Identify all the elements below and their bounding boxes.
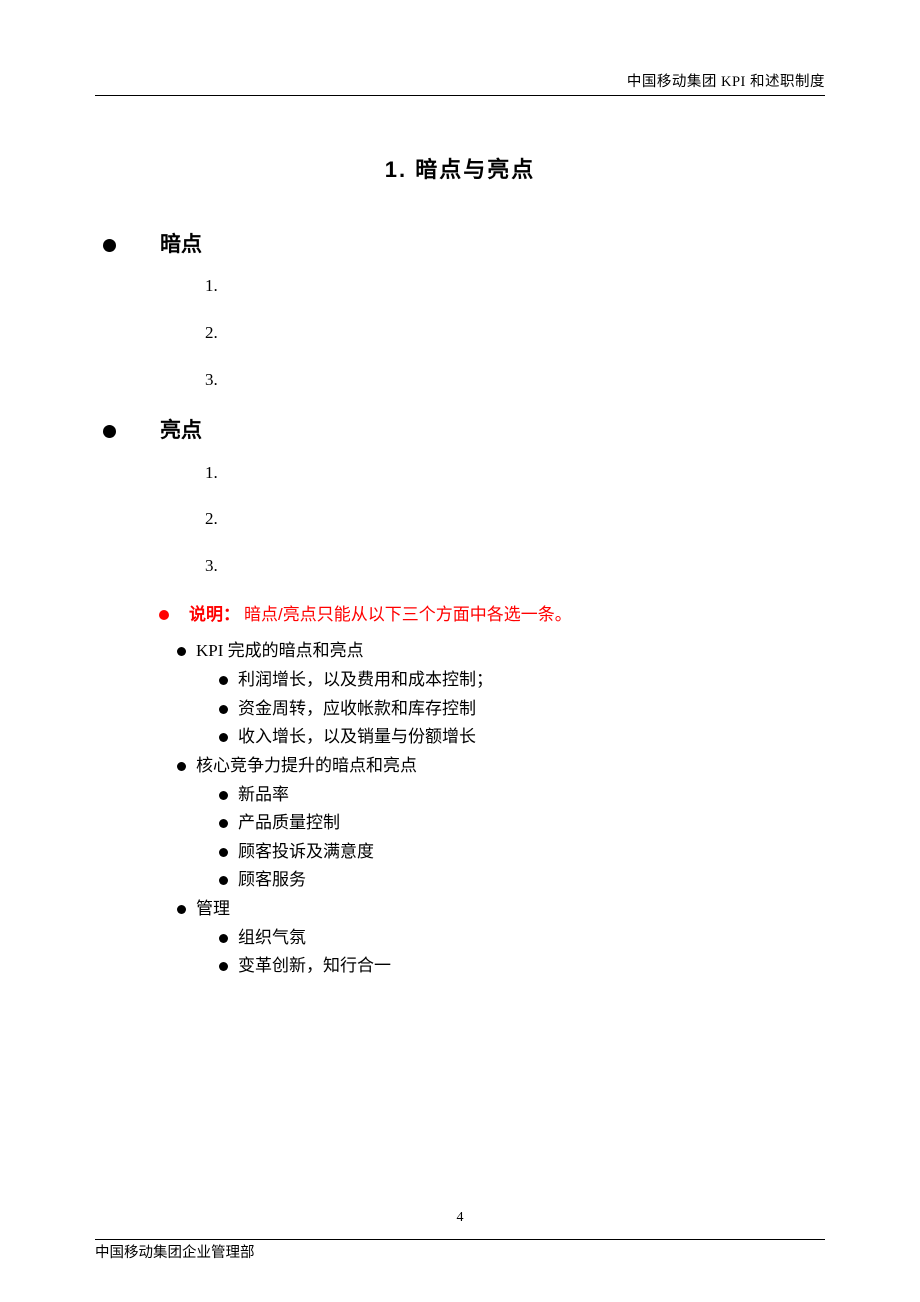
bullet-icon <box>219 934 228 943</box>
numbered-list: 1. 2. 3. <box>205 461 825 579</box>
tree-item: 收入增长，以及销量与份额增长 <box>219 725 825 750</box>
note-text: 暗点/亮点只能从以下三个方面中各选一条。 <box>244 603 572 628</box>
tree-item: 管理 <box>177 897 825 922</box>
section-dark-points: 暗点 1. 2. 3. <box>95 230 825 392</box>
header-text: 中国移动集团 KPI 和述职制度 <box>627 74 825 90</box>
list-item: 2. <box>205 321 825 346</box>
section-head: 暗点 <box>103 230 825 260</box>
bullet-icon <box>103 425 116 438</box>
tree-item: 组织气氛 <box>219 926 825 951</box>
bullet-icon <box>103 239 116 252</box>
list-item: 2. <box>205 507 825 532</box>
section-head: 亮点 <box>103 416 825 446</box>
tree-text: 变革创新，知行合一 <box>238 954 391 979</box>
note-label: 说明： <box>189 603 240 628</box>
tree-item: KPI 完成的暗点和亮点 <box>177 639 825 664</box>
bullet-icon <box>219 705 228 714</box>
bullet-icon <box>219 791 228 800</box>
tree-item: 产品质量控制 <box>219 811 825 836</box>
bullet-icon <box>219 848 228 857</box>
section-title: 暗点 <box>160 230 202 260</box>
tree-item: 顾客服务 <box>219 868 825 893</box>
page-number: 4 <box>0 1210 920 1226</box>
tree-text: 顾客服务 <box>238 868 306 893</box>
tree-item: 资金周转，应收帐款和库存控制 <box>219 697 825 722</box>
outline-tree: KPI 完成的暗点和亮点 利润增长，以及费用和成本控制； 资金周转，应收帐款和库… <box>177 639 825 979</box>
tree-item: 利润增长，以及费用和成本控制； <box>219 668 825 693</box>
bullet-icon <box>219 962 228 971</box>
bullet-red-icon <box>159 610 169 620</box>
page-title: 1. 暗点与亮点 <box>95 152 825 184</box>
list-item: 3. <box>205 554 825 579</box>
document-page: 中国移动集团 KPI 和述职制度 1. 暗点与亮点 暗点 1. 2. 3. 亮点… <box>0 0 920 1302</box>
page-header: 中国移动集团 KPI 和述职制度 <box>95 70 825 96</box>
numbered-list: 1. 2. 3. <box>205 274 825 392</box>
section-bright-points: 亮点 1. 2. 3. <box>95 416 825 578</box>
bullet-icon <box>177 905 186 914</box>
tree-item: 变革创新，知行合一 <box>219 954 825 979</box>
page-content: 暗点 1. 2. 3. 亮点 1. 2. 3. 说明： 暗点/亮点只能从以下三个… <box>95 230 825 979</box>
bullet-icon <box>219 819 228 828</box>
tree-text: 核心竞争力提升的暗点和亮点 <box>196 754 417 779</box>
section-title: 亮点 <box>160 416 202 446</box>
footer-divider <box>95 1239 825 1240</box>
bullet-icon <box>219 876 228 885</box>
list-item: 1. <box>205 274 825 299</box>
tree-text: 顾客投诉及满意度 <box>238 840 374 865</box>
tree-text: 利润增长，以及费用和成本控制； <box>238 668 493 693</box>
tree-item: 顾客投诉及满意度 <box>219 840 825 865</box>
note-row: 说明： 暗点/亮点只能从以下三个方面中各选一条。 <box>159 603 825 628</box>
footer-org: 中国移动集团企业管理部 <box>95 1241 255 1262</box>
bullet-icon <box>219 733 228 742</box>
list-item: 1. <box>205 461 825 486</box>
bullet-icon <box>177 762 186 771</box>
tree-text: 收入增长，以及销量与份额增长 <box>238 725 476 750</box>
tree-text: 资金周转，应收帐款和库存控制 <box>238 697 476 722</box>
tree-text: 产品质量控制 <box>238 811 340 836</box>
tree-text: KPI 完成的暗点和亮点 <box>196 639 364 664</box>
tree-item: 新品率 <box>219 783 825 808</box>
tree-text: 管理 <box>196 897 230 922</box>
bullet-icon <box>219 676 228 685</box>
tree-text: 组织气氛 <box>238 926 306 951</box>
list-item: 3. <box>205 368 825 393</box>
tree-item: 核心竞争力提升的暗点和亮点 <box>177 754 825 779</box>
bullet-icon <box>177 647 186 656</box>
tree-text: 新品率 <box>238 783 289 808</box>
